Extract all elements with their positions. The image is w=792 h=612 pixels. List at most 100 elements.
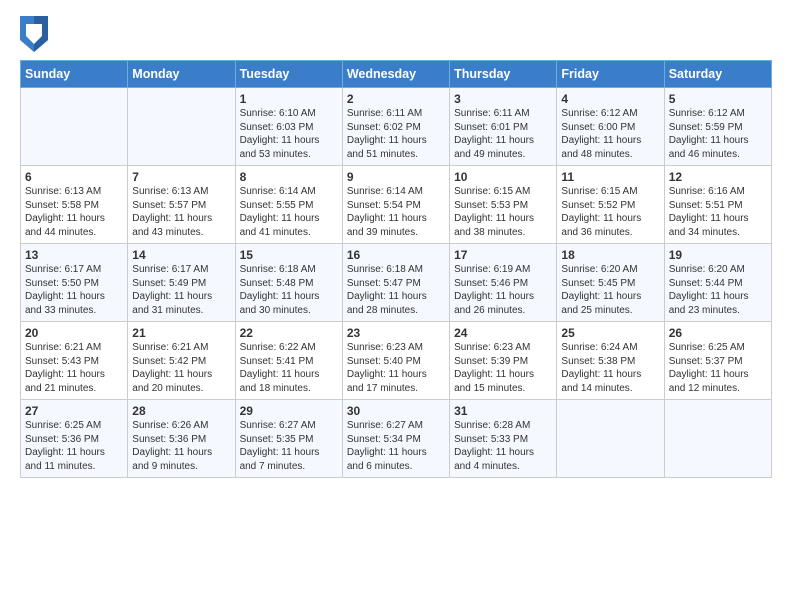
calendar-cell: 18Sunrise: 6:20 AMSunset: 5:45 PMDayligh…	[557, 244, 664, 322]
cell-content: Sunrise: 6:13 AMSunset: 5:58 PMDaylight:…	[25, 185, 123, 239]
day-number: 5	[669, 92, 767, 106]
cell-content: Sunrise: 6:11 AMSunset: 6:01 PMDaylight:…	[454, 107, 552, 161]
cell-content: Sunrise: 6:18 AMSunset: 5:48 PMDaylight:…	[240, 263, 338, 317]
calendar-cell: 23Sunrise: 6:23 AMSunset: 5:40 PMDayligh…	[342, 322, 449, 400]
day-header-tuesday: Tuesday	[235, 61, 342, 88]
cell-content: Sunrise: 6:16 AMSunset: 5:51 PMDaylight:…	[669, 185, 767, 239]
day-number: 24	[454, 326, 552, 340]
cell-content: Sunrise: 6:11 AMSunset: 6:02 PMDaylight:…	[347, 107, 445, 161]
day-number: 17	[454, 248, 552, 262]
day-number: 4	[561, 92, 659, 106]
calendar-week-4: 20Sunrise: 6:21 AMSunset: 5:43 PMDayligh…	[21, 322, 772, 400]
calendar-cell: 10Sunrise: 6:15 AMSunset: 5:53 PMDayligh…	[450, 166, 557, 244]
day-header-friday: Friday	[557, 61, 664, 88]
cell-content: Sunrise: 6:21 AMSunset: 5:42 PMDaylight:…	[132, 341, 230, 395]
day-header-monday: Monday	[128, 61, 235, 88]
cell-content: Sunrise: 6:24 AMSunset: 5:38 PMDaylight:…	[561, 341, 659, 395]
day-number: 15	[240, 248, 338, 262]
day-number: 8	[240, 170, 338, 184]
calendar-cell: 5Sunrise: 6:12 AMSunset: 5:59 PMDaylight…	[664, 88, 771, 166]
calendar-cell: 22Sunrise: 6:22 AMSunset: 5:41 PMDayligh…	[235, 322, 342, 400]
calendar-cell: 2Sunrise: 6:11 AMSunset: 6:02 PMDaylight…	[342, 88, 449, 166]
logo	[20, 16, 50, 52]
day-number: 18	[561, 248, 659, 262]
cell-content: Sunrise: 6:25 AMSunset: 5:37 PMDaylight:…	[669, 341, 767, 395]
calendar-cell: 1Sunrise: 6:10 AMSunset: 6:03 PMDaylight…	[235, 88, 342, 166]
calendar-cell: 15Sunrise: 6:18 AMSunset: 5:48 PMDayligh…	[235, 244, 342, 322]
day-number: 16	[347, 248, 445, 262]
day-number: 23	[347, 326, 445, 340]
calendar-cell	[664, 400, 771, 478]
calendar-week-5: 27Sunrise: 6:25 AMSunset: 5:36 PMDayligh…	[21, 400, 772, 478]
calendar-cell: 17Sunrise: 6:19 AMSunset: 5:46 PMDayligh…	[450, 244, 557, 322]
cell-content: Sunrise: 6:14 AMSunset: 5:55 PMDaylight:…	[240, 185, 338, 239]
cell-content: Sunrise: 6:18 AMSunset: 5:47 PMDaylight:…	[347, 263, 445, 317]
day-number: 11	[561, 170, 659, 184]
cell-content: Sunrise: 6:17 AMSunset: 5:50 PMDaylight:…	[25, 263, 123, 317]
day-number: 7	[132, 170, 230, 184]
calendar-cell: 3Sunrise: 6:11 AMSunset: 6:01 PMDaylight…	[450, 88, 557, 166]
day-number: 21	[132, 326, 230, 340]
day-number: 14	[132, 248, 230, 262]
day-number: 3	[454, 92, 552, 106]
calendar-cell: 28Sunrise: 6:26 AMSunset: 5:36 PMDayligh…	[128, 400, 235, 478]
cell-content: Sunrise: 6:13 AMSunset: 5:57 PMDaylight:…	[132, 185, 230, 239]
day-number: 20	[25, 326, 123, 340]
day-number: 26	[669, 326, 767, 340]
calendar-cell: 14Sunrise: 6:17 AMSunset: 5:49 PMDayligh…	[128, 244, 235, 322]
day-header-thursday: Thursday	[450, 61, 557, 88]
calendar-cell: 12Sunrise: 6:16 AMSunset: 5:51 PMDayligh…	[664, 166, 771, 244]
calendar-cell	[128, 88, 235, 166]
day-number: 9	[347, 170, 445, 184]
day-number: 1	[240, 92, 338, 106]
cell-content: Sunrise: 6:21 AMSunset: 5:43 PMDaylight:…	[25, 341, 123, 395]
calendar-cell: 25Sunrise: 6:24 AMSunset: 5:38 PMDayligh…	[557, 322, 664, 400]
header	[20, 16, 772, 52]
calendar-cell: 13Sunrise: 6:17 AMSunset: 5:50 PMDayligh…	[21, 244, 128, 322]
calendar-week-1: 1Sunrise: 6:10 AMSunset: 6:03 PMDaylight…	[21, 88, 772, 166]
day-header-wednesday: Wednesday	[342, 61, 449, 88]
day-header-sunday: Sunday	[21, 61, 128, 88]
cell-content: Sunrise: 6:26 AMSunset: 5:36 PMDaylight:…	[132, 419, 230, 473]
day-number: 13	[25, 248, 123, 262]
logo-icon	[20, 16, 48, 52]
day-number: 2	[347, 92, 445, 106]
calendar-cell: 16Sunrise: 6:18 AMSunset: 5:47 PMDayligh…	[342, 244, 449, 322]
cell-content: Sunrise: 6:15 AMSunset: 5:52 PMDaylight:…	[561, 185, 659, 239]
calendar-cell: 30Sunrise: 6:27 AMSunset: 5:34 PMDayligh…	[342, 400, 449, 478]
cell-content: Sunrise: 6:27 AMSunset: 5:34 PMDaylight:…	[347, 419, 445, 473]
cell-content: Sunrise: 6:23 AMSunset: 5:40 PMDaylight:…	[347, 341, 445, 395]
day-number: 28	[132, 404, 230, 418]
calendar-table: SundayMondayTuesdayWednesdayThursdayFrid…	[20, 60, 772, 478]
calendar-week-3: 13Sunrise: 6:17 AMSunset: 5:50 PMDayligh…	[21, 244, 772, 322]
header-row: SundayMondayTuesdayWednesdayThursdayFrid…	[21, 61, 772, 88]
cell-content: Sunrise: 6:10 AMSunset: 6:03 PMDaylight:…	[240, 107, 338, 161]
calendar-cell: 11Sunrise: 6:15 AMSunset: 5:52 PMDayligh…	[557, 166, 664, 244]
cell-content: Sunrise: 6:12 AMSunset: 5:59 PMDaylight:…	[669, 107, 767, 161]
day-number: 22	[240, 326, 338, 340]
day-number: 6	[25, 170, 123, 184]
day-number: 29	[240, 404, 338, 418]
calendar-cell: 19Sunrise: 6:20 AMSunset: 5:44 PMDayligh…	[664, 244, 771, 322]
calendar-cell: 26Sunrise: 6:25 AMSunset: 5:37 PMDayligh…	[664, 322, 771, 400]
day-number: 10	[454, 170, 552, 184]
cell-content: Sunrise: 6:14 AMSunset: 5:54 PMDaylight:…	[347, 185, 445, 239]
calendar-cell: 20Sunrise: 6:21 AMSunset: 5:43 PMDayligh…	[21, 322, 128, 400]
calendar-cell: 9Sunrise: 6:14 AMSunset: 5:54 PMDaylight…	[342, 166, 449, 244]
calendar-cell: 24Sunrise: 6:23 AMSunset: 5:39 PMDayligh…	[450, 322, 557, 400]
cell-content: Sunrise: 6:20 AMSunset: 5:45 PMDaylight:…	[561, 263, 659, 317]
calendar-cell: 4Sunrise: 6:12 AMSunset: 6:00 PMDaylight…	[557, 88, 664, 166]
cell-content: Sunrise: 6:25 AMSunset: 5:36 PMDaylight:…	[25, 419, 123, 473]
cell-content: Sunrise: 6:27 AMSunset: 5:35 PMDaylight:…	[240, 419, 338, 473]
calendar-cell: 21Sunrise: 6:21 AMSunset: 5:42 PMDayligh…	[128, 322, 235, 400]
calendar-cell	[21, 88, 128, 166]
cell-content: Sunrise: 6:17 AMSunset: 5:49 PMDaylight:…	[132, 263, 230, 317]
calendar-week-2: 6Sunrise: 6:13 AMSunset: 5:58 PMDaylight…	[21, 166, 772, 244]
cell-content: Sunrise: 6:12 AMSunset: 6:00 PMDaylight:…	[561, 107, 659, 161]
calendar-cell	[557, 400, 664, 478]
calendar-cell: 29Sunrise: 6:27 AMSunset: 5:35 PMDayligh…	[235, 400, 342, 478]
day-number: 27	[25, 404, 123, 418]
calendar-cell: 6Sunrise: 6:13 AMSunset: 5:58 PMDaylight…	[21, 166, 128, 244]
day-number: 31	[454, 404, 552, 418]
cell-content: Sunrise: 6:28 AMSunset: 5:33 PMDaylight:…	[454, 419, 552, 473]
